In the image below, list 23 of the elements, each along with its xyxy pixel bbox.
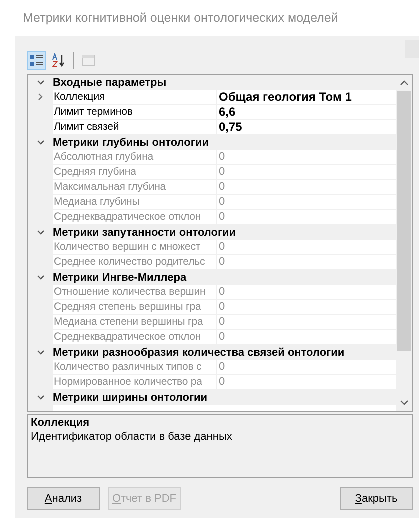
scroll-up-icon[interactable]	[400, 80, 408, 86]
window-title: Метрики когнитивной оценки онтологических моделей	[23, 11, 338, 25]
property-value[interactable]: Общая геология Том 1	[217, 90, 396, 104]
scrollbar[interactable]	[396, 75, 412, 411]
property-name[interactable]: Лимит связей	[53, 120, 217, 134]
property-value[interactable]: 6,6	[217, 105, 396, 119]
scroll-down-icon[interactable]	[400, 400, 408, 406]
categorized-view-button[interactable]	[27, 50, 46, 70]
collapse-icon[interactable]	[36, 228, 44, 236]
analyze-button[interactable]: Анализ	[27, 487, 100, 510]
property-name[interactable]: Лимит терминов	[53, 105, 217, 119]
collapse-icon[interactable]	[36, 78, 44, 86]
collapse-icon[interactable]	[36, 138, 44, 146]
scrollbar-thumb[interactable]	[397, 91, 411, 351]
expand-icon[interactable]	[36, 93, 44, 101]
property-value[interactable]: 0,75	[217, 120, 396, 134]
description-title: Коллекция	[31, 417, 91, 429]
close-dialog-button[interactable]: Закрыть	[340, 487, 413, 510]
collapse-icon[interactable]	[36, 348, 44, 356]
property-name[interactable]: Коллекция	[53, 90, 217, 104]
description-text: Идентификатор области в базе данных	[31, 431, 234, 443]
collapse-icon[interactable]	[36, 274, 44, 282]
collapse-icon[interactable]	[36, 394, 44, 402]
